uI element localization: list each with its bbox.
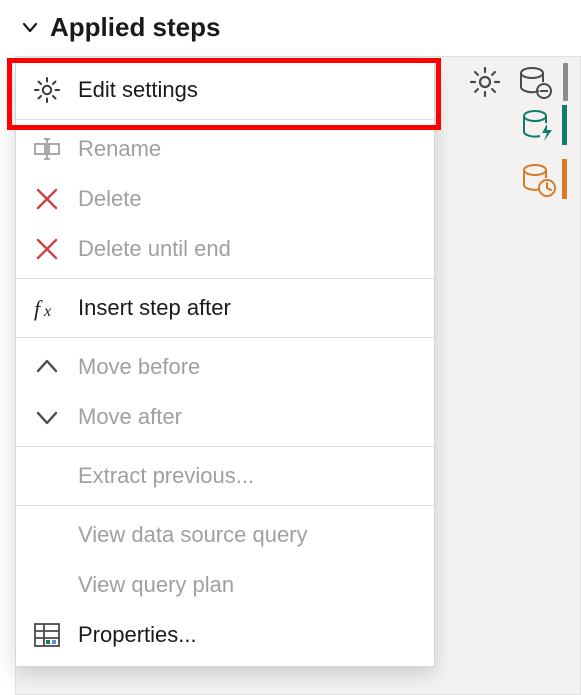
menu-move-before: Move before xyxy=(16,342,434,392)
menu-label: Delete xyxy=(78,186,142,212)
menu-label: Edit settings xyxy=(78,77,198,103)
menu-label: Move after xyxy=(78,404,182,430)
context-menu: Edit settings Rename Delete Delete un xyxy=(15,60,435,667)
side-bar xyxy=(562,159,567,199)
menu-divider xyxy=(16,446,434,447)
menu-divider xyxy=(16,505,434,506)
fx-icon: f x xyxy=(32,293,62,323)
x-icon xyxy=(32,184,62,214)
no-icon xyxy=(32,520,62,550)
table-properties-icon xyxy=(32,620,62,650)
menu-divider xyxy=(16,119,434,120)
rename-icon xyxy=(32,134,62,164)
menu-label: Move before xyxy=(78,354,200,380)
side-item-clock[interactable] xyxy=(520,159,567,199)
database-clock-icon xyxy=(520,161,556,197)
x-icon xyxy=(32,234,62,264)
svg-text:x: x xyxy=(43,303,51,320)
menu-extract-previous: Extract previous... xyxy=(16,451,434,501)
chevron-down-icon xyxy=(32,402,62,432)
menu-divider xyxy=(16,278,434,279)
menu-properties[interactable]: Properties... xyxy=(16,610,434,660)
database-remove-icon[interactable] xyxy=(517,64,553,100)
menu-view-query-plan: View query plan xyxy=(16,560,434,610)
svg-text:f: f xyxy=(34,296,43,321)
step-toolbar xyxy=(467,63,568,101)
step-marker-bar xyxy=(563,63,568,101)
menu-label: View data source query xyxy=(78,522,308,548)
applied-steps-title: Applied steps xyxy=(50,12,220,43)
menu-edit-settings[interactable]: Edit settings xyxy=(16,65,434,115)
menu-rename: Rename xyxy=(16,124,434,174)
side-item-lightning[interactable] xyxy=(520,105,567,145)
gear-icon xyxy=(32,75,62,105)
side-bar xyxy=(562,105,567,145)
no-icon xyxy=(32,570,62,600)
menu-label: Extract previous... xyxy=(78,463,254,489)
menu-insert-step-after[interactable]: f x Insert step after xyxy=(16,283,434,333)
menu-label: Properties... xyxy=(78,622,197,648)
menu-divider xyxy=(16,337,434,338)
menu-move-after: Move after xyxy=(16,392,434,442)
applied-steps-header[interactable]: Applied steps xyxy=(0,0,581,53)
no-icon xyxy=(32,461,62,491)
gear-icon[interactable] xyxy=(467,64,503,100)
menu-label: Delete until end xyxy=(78,236,231,262)
chevron-down-icon xyxy=(20,18,40,38)
menu-delete: Delete xyxy=(16,174,434,224)
database-lightning-icon xyxy=(520,107,556,143)
menu-delete-until-end: Delete until end xyxy=(16,224,434,274)
side-icon-list xyxy=(520,105,567,199)
chevron-up-icon xyxy=(32,352,62,382)
menu-label: View query plan xyxy=(78,572,234,598)
menu-view-data-source-query: View data source query xyxy=(16,510,434,560)
menu-label: Insert step after xyxy=(78,295,231,321)
menu-label: Rename xyxy=(78,136,161,162)
